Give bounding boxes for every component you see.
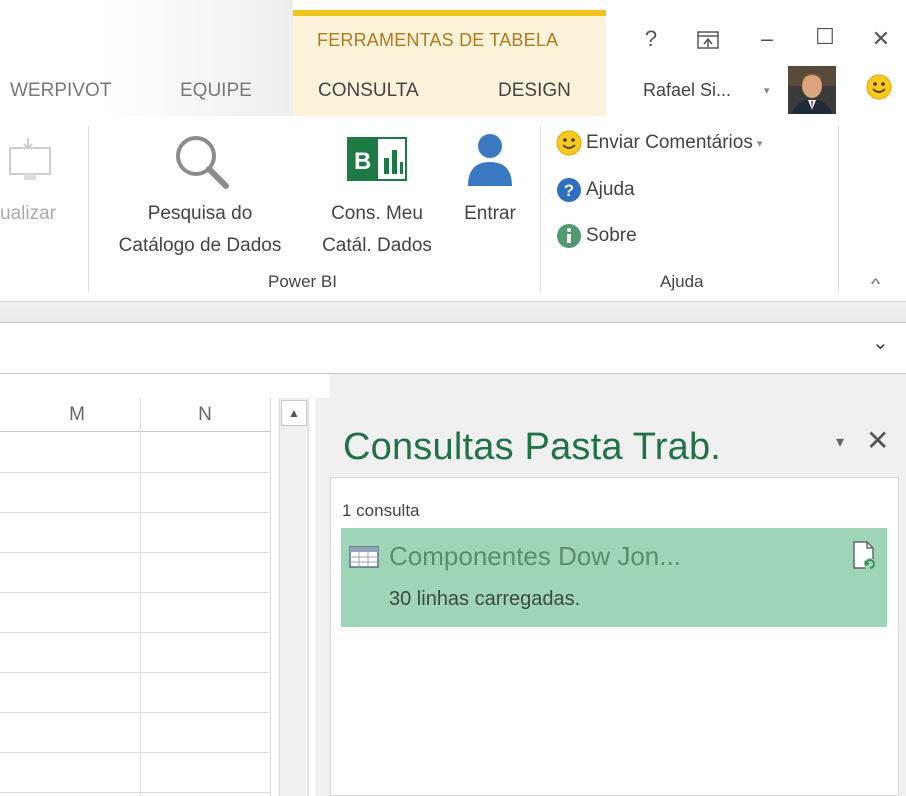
pane-close-button[interactable]: ✕ [866, 424, 889, 457]
sign-in-icon-area[interactable] [466, 132, 514, 188]
vertical-scrollbar[interactable] [279, 398, 309, 796]
query-list [330, 477, 899, 796]
grid-line [140, 398, 141, 796]
query-status: 30 linhas carregadas. [389, 588, 581, 610]
maximize-button[interactable]: ☐ [810, 24, 840, 50]
expand-formula-bar-button[interactable]: ⌄ [872, 330, 889, 355]
svg-text:?: ? [564, 181, 574, 200]
collapse-ribbon-button[interactable]: ^ [871, 276, 880, 293]
my-catalog-label-1[interactable]: Cons. Meu [312, 198, 442, 230]
table-icon [349, 545, 379, 569]
about-label: Sobre [586, 225, 637, 246]
send-feedback-label: Enviar Comentários [586, 132, 753, 153]
tab-powerpivot[interactable]: WERPIVOT [10, 80, 111, 102]
ribbon-display-options-button[interactable] [696, 30, 720, 50]
tab-design[interactable]: DESIGN [498, 80, 571, 102]
smiley-icon [866, 74, 892, 100]
search-icon [176, 136, 229, 189]
group-label-power-bi: Power BI [268, 272, 337, 291]
grid-line [0, 472, 270, 473]
send-feedback-caret: ▾ [756, 137, 763, 150]
grid-line [0, 712, 270, 713]
scroll-up-arrow-icon[interactable]: ▲ [281, 400, 307, 426]
help-ribbon-label: Ajuda [586, 179, 635, 200]
grid-line [0, 512, 270, 513]
search-catalog-icon-area[interactable] [172, 132, 232, 192]
query-name[interactable]: Componentes Dow Jon... [389, 541, 681, 572]
send-feedback-smiley-button[interactable] [866, 74, 892, 100]
refresh-monitor-icon [9, 138, 51, 180]
about-button[interactable]: Sobre [556, 223, 637, 249]
minimize-button[interactable]: – [752, 26, 782, 52]
grid-line [0, 552, 270, 553]
user-menu-caret[interactable]: ▾ [764, 84, 770, 97]
grid-line [0, 632, 270, 633]
ribbon-display-icon [697, 31, 719, 49]
grid-line [0, 752, 270, 753]
avatar[interactable] [788, 66, 836, 114]
refresh-label[interactable]: ualizar [0, 198, 56, 230]
sign-in-label[interactable]: Entrar [452, 198, 528, 230]
grid-line [270, 398, 271, 796]
formula-input[interactable] [0, 322, 906, 374]
send-feedback-button[interactable]: Enviar Comentários ▾ [556, 130, 762, 156]
document-refresh-icon [853, 541, 876, 570]
user-icon [468, 134, 512, 186]
grid-line [0, 792, 270, 793]
pane-options-button[interactable]: ▾ [836, 432, 844, 452]
grid-line [0, 592, 270, 593]
search-catalog-label-1[interactable]: Pesquisa do [100, 198, 300, 230]
refresh-query-button[interactable] [851, 540, 877, 572]
my-catalog-label-2[interactable]: Catál. Dados [312, 230, 442, 262]
table-tools-label: FERRAMENTAS DE TABELA [317, 30, 559, 50]
tab-equipe[interactable]: EQUIPE [180, 80, 252, 102]
ribbon-bottom-band [0, 302, 906, 324]
column-header-n[interactable]: N [141, 400, 269, 430]
tab-consulta[interactable]: CONSULTA [318, 80, 419, 102]
query-count: 1 consulta [342, 501, 420, 520]
column-header-m[interactable]: M [14, 400, 140, 430]
ribbon-separator [540, 126, 541, 292]
ribbon-separator [838, 126, 839, 292]
search-catalog-label-2[interactable]: Catálogo de Dados [100, 230, 300, 262]
svg-text:B: B [354, 148, 371, 175]
user-photo-icon [788, 66, 836, 114]
smiley-icon [556, 130, 582, 156]
question-icon: ? [557, 178, 581, 202]
group-label-ajuda: Ajuda [660, 272, 704, 291]
close-window-button[interactable]: ✕ [866, 26, 896, 52]
grid-line [0, 672, 270, 673]
ribbon-separator [88, 126, 89, 292]
help-ribbon-button[interactable]: ? Ajuda [556, 177, 635, 203]
user-account-name[interactable]: Rafael Si... [643, 80, 731, 101]
powerbi-excel-icon: B [347, 137, 407, 181]
info-icon [557, 224, 581, 248]
my-catalog-icon-area[interactable]: B [346, 136, 408, 182]
refresh-button-icon-area[interactable] [6, 134, 56, 186]
pane-splitter[interactable] [315, 398, 330, 796]
help-button[interactable]: ? [636, 26, 666, 52]
pane-title: Consultas Pasta Trab. [343, 426, 722, 468]
